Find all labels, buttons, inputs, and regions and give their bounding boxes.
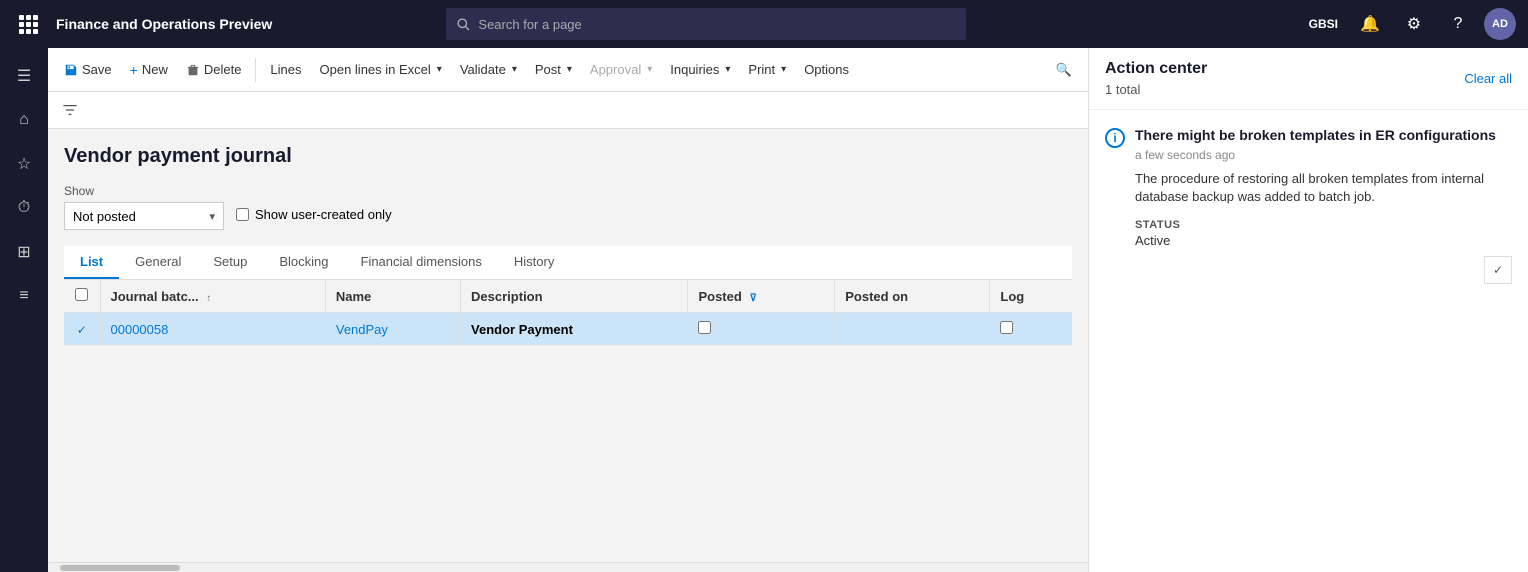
filter-icon-button[interactable] — [56, 96, 84, 124]
action-center-count: 1 total — [1105, 82, 1207, 97]
app-title: Finance and Operations Preview — [56, 16, 272, 32]
status-value: Active — [1135, 233, 1512, 248]
help-icon[interactable]: ? — [1440, 6, 1476, 42]
inquiries-button[interactable]: Inquiries ▾ — [662, 58, 738, 81]
notification-title: There might be broken templates in ER co… — [1135, 126, 1512, 144]
tab-general[interactable]: General — [119, 246, 197, 279]
col-header-description[interactable]: Description — [461, 280, 688, 313]
top-navigation: Finance and Operations Preview Search fo… — [0, 0, 1528, 48]
print-button[interactable]: Print ▾ — [740, 58, 794, 81]
notification-content: There might be broken templates in ER co… — [1135, 126, 1512, 284]
new-button[interactable]: + New — [122, 58, 176, 82]
journal-batch-link[interactable]: 00000058 — [111, 322, 169, 337]
journal-table: Journal batc... ↑ Name Description Poste… — [64, 280, 1072, 346]
validate-button[interactable]: Validate ▾ — [452, 58, 525, 81]
action-center-title: Action center — [1105, 60, 1207, 78]
notification-item: i There might be broken templates in ER … — [1105, 126, 1512, 284]
row-check-mark: ✓ — [77, 323, 87, 337]
collapse-notification-button[interactable]: ✓ — [1484, 256, 1512, 284]
cell-journal-batch[interactable]: 00000058 — [100, 313, 325, 346]
delete-button[interactable]: Delete — [178, 58, 250, 81]
org-badge: GBSI — [1303, 15, 1344, 33]
col-header-name[interactable]: Name — [325, 280, 460, 313]
lines-button[interactable]: Lines — [262, 58, 309, 81]
options-button[interactable]: Options — [796, 58, 857, 81]
notifications-icon[interactable]: 🔔 — [1352, 6, 1388, 42]
table-row[interactable]: ✓ 00000058 VendPay Vendor Payment — [64, 313, 1072, 346]
user-avatar[interactable]: AD — [1484, 8, 1516, 40]
search-placeholder: Search for a page — [478, 17, 581, 32]
cell-posted — [688, 313, 835, 346]
clear-all-button[interactable]: Clear all — [1464, 71, 1512, 86]
toolbar: Save + New Delete Lines Open lines in Ex… — [48, 48, 1088, 92]
name-link[interactable]: VendPay — [336, 322, 388, 337]
log-checkbox[interactable] — [1000, 321, 1013, 334]
tab-blocking[interactable]: Blocking — [263, 246, 344, 279]
sidebar-modules-icon[interactable]: ≡ — [4, 276, 44, 316]
page-title: Vendor payment journal — [64, 145, 1072, 168]
select-all-checkbox[interactable] — [75, 288, 88, 301]
save-button[interactable]: Save — [56, 58, 120, 81]
sidebar-recent-icon[interactable]: ⏱ — [4, 188, 44, 228]
main-content-area: Save + New Delete Lines Open lines in Ex… — [48, 48, 1088, 572]
content-area: Vendor payment journal Show Not posted ▾… — [48, 129, 1088, 562]
cell-name: VendPay — [325, 313, 460, 346]
data-table-container: Journal batc... ↑ Name Description Poste… — [64, 280, 1072, 346]
apps-icon[interactable] — [12, 8, 44, 40]
cell-description: Vendor Payment — [461, 313, 688, 346]
horizontal-scrollbar[interactable] — [48, 562, 1088, 572]
action-center-panel: Action center 1 total Clear all i There … — [1088, 48, 1528, 572]
left-sidebar: ☰ ⌂ ☆ ⏱ ⊞ ≡ — [0, 48, 48, 572]
sidebar-workspaces-icon[interactable]: ⊞ — [4, 232, 44, 272]
settings-icon[interactable]: ⚙ — [1396, 6, 1432, 42]
status-label: STATUS — [1135, 219, 1512, 231]
show-label: Show — [64, 184, 224, 198]
open-lines-button[interactable]: Open lines in Excel ▾ — [312, 58, 450, 81]
filter-bar — [48, 92, 1088, 129]
col-header-check[interactable] — [64, 280, 100, 313]
col-header-journal-batch[interactable]: Journal batc... ↑ — [100, 280, 325, 313]
inquiries-chevron: ▾ — [725, 64, 730, 75]
col-header-posted-on[interactable]: Posted on — [835, 280, 990, 313]
tabs: List General Setup Blocking Financial di… — [64, 246, 1072, 280]
show-filter-group: Show Not posted ▾ — [64, 184, 224, 230]
col-header-posted[interactable]: Posted ⊽ — [688, 280, 835, 313]
filter-icon-posted: ⊽ — [749, 293, 756, 304]
validate-chevron: ▾ — [512, 64, 517, 75]
show-user-created-checkbox[interactable]: Show user-created only — [236, 207, 392, 222]
sidebar-home-icon[interactable]: ⌂ — [4, 100, 44, 140]
sidebar-favorites-icon[interactable]: ☆ — [4, 144, 44, 184]
action-center-title-group: Action center 1 total — [1105, 60, 1207, 97]
show-select-chevron: ▾ — [209, 210, 215, 223]
notification-body: The procedure of restoring all broken te… — [1135, 170, 1512, 206]
sidebar-menu-icon[interactable]: ☰ — [4, 56, 44, 96]
print-chevron: ▾ — [781, 64, 786, 75]
global-search[interactable]: Search for a page — [446, 8, 966, 40]
scroll-thumb[interactable] — [60, 565, 180, 571]
col-header-log[interactable]: Log — [990, 280, 1072, 313]
row-check[interactable]: ✓ — [64, 313, 100, 346]
show-select[interactable]: Not posted ▾ — [64, 202, 224, 230]
filter-row: Show Not posted ▾ Show user-created only — [64, 184, 1072, 230]
post-chevron: ▾ — [567, 64, 572, 75]
sort-icon-journal-batch: ↑ — [206, 293, 211, 304]
tab-setup[interactable]: Setup — [197, 246, 263, 279]
cell-log — [990, 313, 1072, 346]
notification-time: a few seconds ago — [1135, 148, 1512, 162]
tab-history[interactable]: History — [498, 246, 570, 279]
search-button[interactable]: 🔍 — [1048, 58, 1080, 82]
tab-list[interactable]: List — [64, 246, 119, 279]
info-icon: i — [1105, 128, 1125, 148]
approval-button[interactable]: Approval ▾ — [582, 58, 660, 81]
open-lines-chevron: ▾ — [437, 64, 442, 75]
show-user-created-input[interactable] — [236, 208, 249, 221]
approval-chevron: ▾ — [647, 64, 652, 75]
tab-financial-dimensions[interactable]: Financial dimensions — [345, 246, 498, 279]
post-button[interactable]: Post ▾ — [527, 58, 580, 81]
cell-posted-on — [835, 313, 990, 346]
posted-checkbox[interactable] — [698, 321, 711, 334]
action-center-body: i There might be broken templates in ER … — [1089, 110, 1528, 316]
action-center-header: Action center 1 total Clear all — [1089, 48, 1528, 110]
nav-right-actions: GBSI 🔔 ⚙ ? AD — [1303, 6, 1516, 42]
